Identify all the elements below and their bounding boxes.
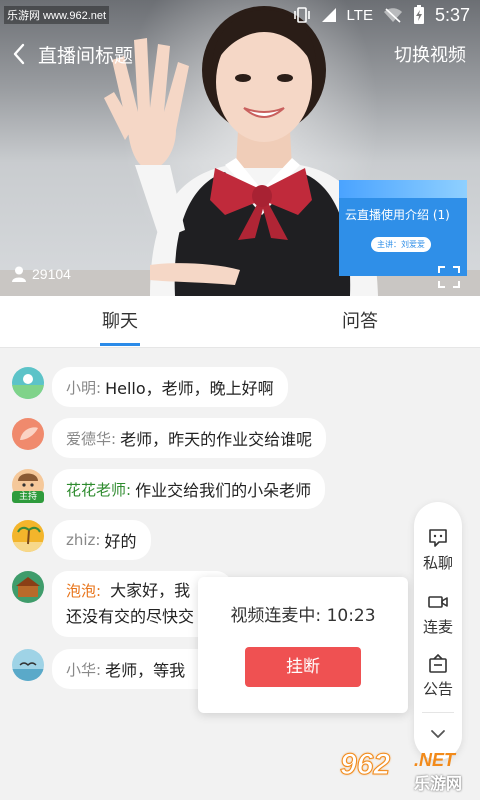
avatar[interactable] bbox=[12, 520, 44, 552]
back-arrow-icon[interactable] bbox=[10, 42, 30, 66]
live-video-area[interactable]: 乐游网 www.962.net LTE 5:37 直播间标题 切换视频 云直播使… bbox=[0, 0, 480, 296]
menu-divider bbox=[422, 712, 454, 713]
nickname: 花花老师: bbox=[66, 480, 132, 499]
avatar[interactable] bbox=[12, 418, 44, 450]
chat-bubble: zhiz: 好的 bbox=[52, 520, 151, 560]
message-text: 好的 bbox=[104, 532, 137, 551]
logo-number: 962 bbox=[339, 748, 391, 782]
list-item: 小明: Hello，老师，晚上好啊 bbox=[12, 367, 288, 407]
chat-bubble: 爱德华: 老师，昨天的作业交给谁呢 bbox=[52, 418, 327, 458]
host-avatar[interactable]: 主持 bbox=[12, 469, 44, 503]
status-icons: LTE 5:37 bbox=[293, 3, 470, 27]
tab-bar: 聊天 问答 bbox=[0, 296, 480, 348]
nickname: zhiz: bbox=[66, 531, 101, 549]
beach-avatar-icon bbox=[12, 374, 44, 399]
house-avatar-icon bbox=[16, 577, 40, 597]
status-bar: 乐游网 www.962.net LTE 5:37 bbox=[0, 0, 480, 30]
wifi-off-icon bbox=[383, 8, 402, 23]
logo-cn: 乐游网 bbox=[414, 774, 463, 793]
chat-bubble: 小明: Hello，老师，晚上好啊 bbox=[52, 367, 288, 407]
user-icon bbox=[12, 266, 26, 282]
chevron-down-icon[interactable] bbox=[428, 724, 448, 744]
clock: 5:37 bbox=[434, 4, 470, 25]
switch-video-button[interactable]: 切换视频 bbox=[394, 41, 466, 67]
nickname: 泡泡: bbox=[66, 582, 102, 600]
slide-header-stripe bbox=[339, 180, 467, 198]
chat-bubble: 花花老师: 作业交给我们的小朵老师 bbox=[52, 469, 326, 509]
signal-icon bbox=[321, 8, 336, 22]
page-title: 直播间标题 bbox=[38, 45, 134, 67]
leaf-avatar-icon bbox=[20, 427, 38, 440]
fullscreen-icon[interactable] bbox=[438, 266, 460, 288]
logo-suffix: .NET bbox=[414, 750, 456, 770]
message-text: Hello，老师，晚上好啊 bbox=[105, 379, 274, 398]
mic-link-status: 视频连麦中: 10:23 bbox=[230, 606, 376, 626]
message-text: 作业交给我们的小朵老师 bbox=[135, 481, 312, 500]
mic-link-button[interactable]: 连麦 bbox=[414, 592, 462, 652]
message-text: 老师，昨天的作业交给谁呢 bbox=[120, 430, 313, 449]
battery-charging-icon bbox=[413, 5, 424, 24]
viewer-count: 29104 bbox=[12, 266, 71, 282]
private-chat-button[interactable]: 私聊 bbox=[414, 528, 462, 588]
site-logo-watermark: 962 .NET 乐游网 bbox=[339, 748, 474, 794]
slide-title: 云直播使用介绍 (1) bbox=[345, 208, 450, 222]
chat-bubble-icon bbox=[429, 529, 447, 547]
announcement-label: 公告 bbox=[422, 680, 453, 698]
tab-chat[interactable]: 聊天 bbox=[0, 296, 240, 348]
palm-avatar-icon bbox=[12, 526, 44, 552]
side-action-menu: 私聊 连麦 公告 bbox=[414, 502, 462, 760]
mic-link-popup: 视频连麦中: 10:23 挂断 bbox=[198, 577, 408, 713]
message-text: 大家好，我 bbox=[110, 581, 191, 600]
list-item: 爱德华: 老师，昨天的作业交给谁呢 bbox=[12, 418, 327, 458]
vibrate-icon bbox=[293, 7, 310, 23]
message-text: 老师，等我 bbox=[105, 661, 186, 680]
host-badge: 主持 bbox=[12, 491, 44, 503]
bird-avatar-icon bbox=[12, 662, 44, 681]
avatar[interactable] bbox=[12, 649, 44, 681]
mic-link-label: 连麦 bbox=[422, 618, 453, 636]
top-bar: 直播间标题 切换视频 bbox=[0, 36, 480, 72]
video-camera-icon bbox=[428, 596, 448, 608]
avatar[interactable] bbox=[12, 367, 44, 399]
list-item: zhiz: 好的 bbox=[12, 520, 151, 560]
chat-list[interactable]: 小明: Hello，老师，晚上好啊 爱德华: 老师，昨天的作业交给谁呢 主持 花… bbox=[0, 349, 480, 800]
announcement-icon bbox=[429, 654, 447, 673]
message-text-line2: 还没有交的尽快交 bbox=[66, 607, 195, 626]
tab-active-indicator bbox=[100, 343, 140, 346]
private-chat-label: 私聊 bbox=[422, 554, 453, 572]
network-type: LTE bbox=[346, 6, 373, 24]
list-item: 主持 花花老师: 作业交给我们的小朵老师 bbox=[12, 469, 326, 509]
hangup-button[interactable]: 挂断 bbox=[245, 647, 361, 687]
announcement-button[interactable]: 公告 bbox=[414, 654, 462, 714]
site-watermark: 乐游网 www.962.net bbox=[4, 6, 110, 24]
slide-thumbnail[interactable]: 云直播使用介绍 (1) 主讲：刘爱爱 bbox=[339, 180, 467, 276]
nickname: 小华: bbox=[66, 660, 102, 679]
slide-presenter: 主讲：刘爱爱 bbox=[371, 237, 431, 252]
nickname: 小明: bbox=[66, 378, 102, 397]
tab-qa[interactable]: 问答 bbox=[240, 296, 480, 348]
avatar[interactable] bbox=[12, 571, 44, 603]
viewer-count-number: 29104 bbox=[32, 266, 71, 282]
nickname: 爱德华: bbox=[66, 429, 117, 448]
